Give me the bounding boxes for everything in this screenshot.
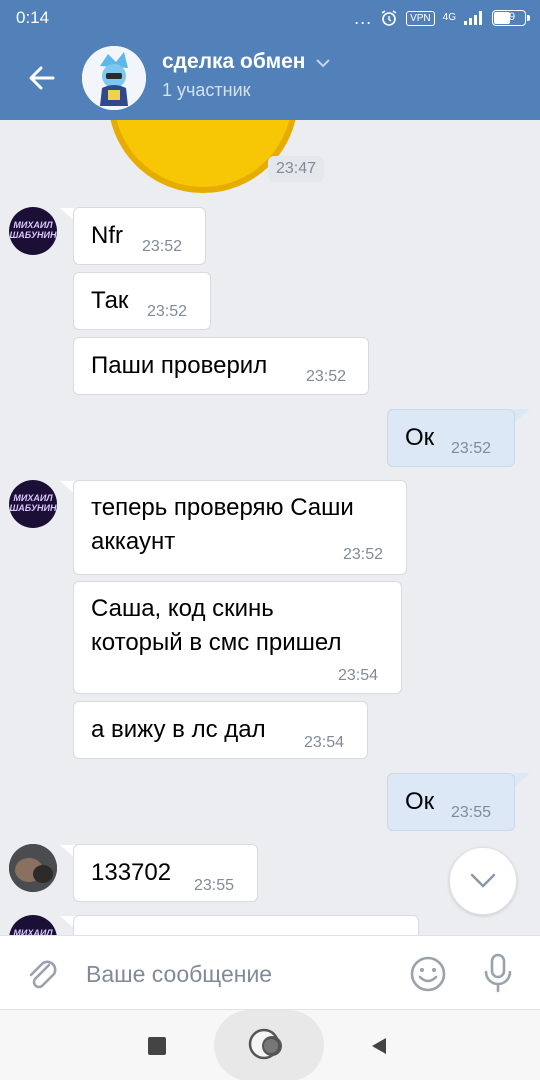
signal-icon <box>464 11 482 25</box>
bubble-tail <box>514 773 530 787</box>
message-time: 23:52 <box>451 440 492 457</box>
smiley-icon[interactable] <box>408 954 448 994</box>
message-list[interactable]: 23:47 МИХАИЛ ШАБУНИН Nfr 23:52 Так 23:52 … <box>0 120 540 935</box>
back-triangle-icon[interactable] <box>368 1035 390 1057</box>
message-text: Саша, код скинь <box>91 595 274 622</box>
sticker-time: 23:47 <box>268 156 325 182</box>
status-time: 0:14 <box>16 8 50 27</box>
message-time: 23:52 <box>147 303 188 320</box>
message-bubble[interactable]: теперь проверяю Саши аккаунт 23:52 <box>73 480 407 575</box>
scroll-to-bottom-button[interactable] <box>449 847 517 915</box>
avatar-photo <box>9 844 57 892</box>
battery-icon: 49 <box>492 10 530 26</box>
sender-avatar[interactable]: МИХАИЛШАБУНИН <box>9 480 57 528</box>
message-bubble[interactable]: Nfr 23:52 <box>73 207 206 265</box>
alarm-icon <box>381 10 397 26</box>
avatar-label: МИХАИЛШАБУНИН <box>13 928 53 935</box>
sender-avatar[interactable] <box>9 844 57 892</box>
chat-title-block[interactable]: сделка обмен 1 участник <box>162 50 330 101</box>
message-text: Паши проверил <box>91 352 268 379</box>
message-time: 23:52 <box>343 546 384 563</box>
message-text: теперь проверяю Саши <box>91 494 354 521</box>
home-button[interactable] <box>214 1010 324 1080</box>
status-bar: 0:14 ... VPN 4G 49 <box>0 0 540 36</box>
recent-apps-button[interactable] <box>148 1037 166 1055</box>
network-type: 4G <box>442 12 456 23</box>
message-bubble[interactable]: Ок 23:55 <box>387 773 515 831</box>
battery-level: 49 <box>502 11 516 23</box>
message-text: который в смс пришел <box>91 629 342 656</box>
home-icon <box>248 1028 282 1060</box>
microphone-icon[interactable] <box>478 952 518 994</box>
avatar-label: МИХАИЛШАБУНИН <box>9 220 57 240</box>
chat-header: 0:14 ... VPN 4G 49 сделка обмен 1 участн… <box>0 0 540 120</box>
message-input[interactable] <box>86 958 386 990</box>
message-time: 23:54 <box>304 734 345 751</box>
system-nav-bar <box>0 1009 540 1080</box>
message-text: Так <box>91 287 129 314</box>
message-bubble[interactable] <box>73 915 419 935</box>
paperclip-icon[interactable] <box>22 954 62 994</box>
message-text: Ок <box>405 424 435 451</box>
chat-participants: 1 участник <box>162 80 251 100</box>
chat-avatar-image <box>82 46 146 110</box>
chat-avatar[interactable] <box>82 46 146 110</box>
message-time: 23:54 <box>338 667 379 684</box>
message-bubble[interactable]: 133702 23:55 <box>73 844 258 902</box>
back-button[interactable] <box>22 58 62 98</box>
bubble-tail <box>514 409 530 423</box>
message-time: 23:52 <box>142 238 183 255</box>
arrow-left-icon <box>29 66 55 90</box>
vpn-badge: VPN <box>406 10 435 26</box>
message-time: 23:55 <box>451 804 492 821</box>
message-bubble[interactable]: Саша, код скинь который в смс пришел 23:… <box>73 581 402 694</box>
message-time: 23:52 <box>306 368 347 385</box>
compose-bar <box>0 935 540 1009</box>
message-text: а вижу в лс дал <box>91 716 266 743</box>
sender-avatar[interactable]: МИХАИЛШАБУНИН <box>9 207 57 255</box>
chat-title: сделка обмен <box>162 50 306 73</box>
chevron-down-icon <box>470 873 496 888</box>
message-bubble[interactable]: Паши проверил 23:52 <box>73 337 369 395</box>
sender-avatar[interactable]: МИХАИЛШАБУНИН <box>9 915 57 935</box>
message-bubble[interactable]: Ок 23:52 <box>387 409 515 467</box>
message-bubble[interactable]: а вижу в лс дал 23:54 <box>73 701 368 759</box>
more-notifications-icon: ... <box>354 8 373 28</box>
message-text: Nfr <box>91 222 123 249</box>
avatar-label: МИХАИЛШАБУНИН <box>9 493 57 513</box>
message-bubble[interactable]: Так 23:52 <box>73 272 211 330</box>
chevron-down-icon <box>316 59 330 68</box>
message-time: 23:55 <box>194 877 235 894</box>
message-text: 133702 <box>91 859 172 886</box>
message-text: Ок <box>405 788 435 815</box>
status-icons: ... VPN 4G 49 <box>354 8 530 28</box>
